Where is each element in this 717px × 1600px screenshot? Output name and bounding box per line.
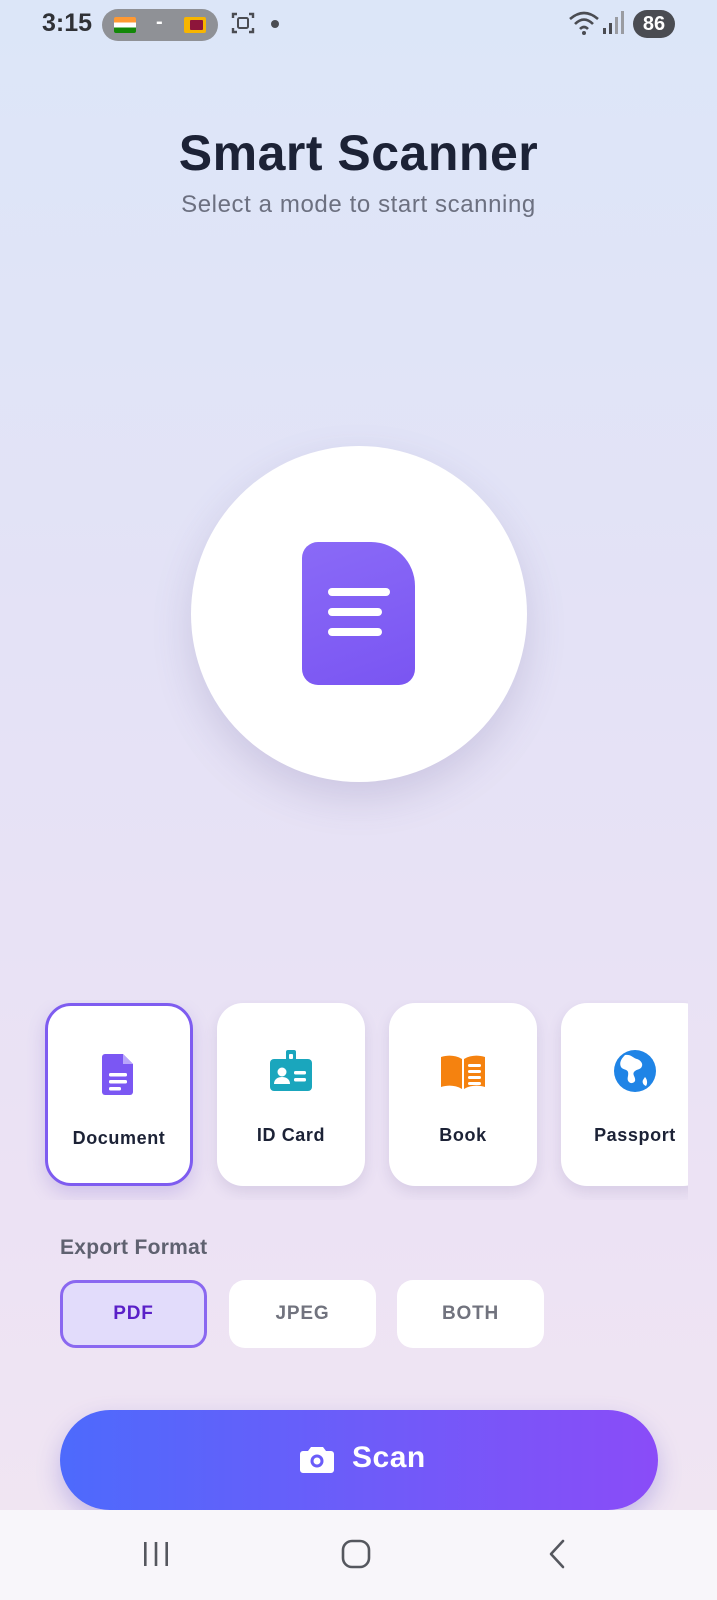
mode-card-passport[interactable]: Passport — [561, 1003, 688, 1186]
hero-mode-preview — [191, 446, 527, 782]
status-time: 3:15 — [42, 9, 93, 37]
scan-button[interactable]: Scan — [60, 1410, 658, 1510]
flags-separator: - — [156, 11, 163, 33]
document-icon — [302, 542, 415, 685]
globe-icon — [614, 1050, 656, 1092]
mode-card-document[interactable]: Document — [45, 1003, 193, 1186]
flag-pill: - — [102, 9, 218, 41]
screenshot-icon — [231, 12, 255, 34]
scan-mode-list[interactable]: Document ID Card Book Passport — [0, 1000, 688, 1200]
system-nav-bar — [0, 1510, 717, 1600]
recent-apps-icon[interactable] — [140, 1538, 172, 1570]
sri-lanka-flag-icon — [184, 17, 206, 33]
scan-button-label: Scan — [352, 1441, 426, 1474]
mode-label: ID Card — [256, 1125, 326, 1145]
notification-dot — [271, 20, 279, 28]
id-card-icon — [270, 1050, 312, 1091]
page-title: Smart Scanner — [178, 125, 539, 181]
camera-icon — [300, 1447, 334, 1473]
document-icon — [102, 1054, 133, 1095]
page-subtitle: Select a mode to start scanning — [181, 191, 536, 218]
mode-label: Document — [72, 1128, 166, 1148]
signal-icon — [603, 11, 624, 34]
format-option-jpeg[interactable]: JPEG — [229, 1280, 376, 1348]
back-icon[interactable] — [542, 1538, 574, 1570]
export-format-label: Export Format — [60, 1236, 208, 1259]
mode-card-book[interactable]: Book — [389, 1003, 537, 1186]
battery-level: 86 — [633, 10, 675, 38]
status-bar: 3:15 - 86 — [0, 0, 717, 50]
book-icon — [441, 1055, 485, 1089]
format-option-both[interactable]: BOTH — [397, 1280, 544, 1348]
format-option-pdf[interactable]: PDF — [60, 1280, 207, 1348]
mode-label: Passport — [594, 1125, 676, 1145]
mode-label: Book — [439, 1125, 487, 1145]
mode-card-id-card[interactable]: ID Card — [217, 1003, 365, 1186]
india-flag-icon — [114, 17, 136, 33]
wifi-icon — [569, 11, 599, 35]
home-icon[interactable] — [340, 1538, 372, 1570]
